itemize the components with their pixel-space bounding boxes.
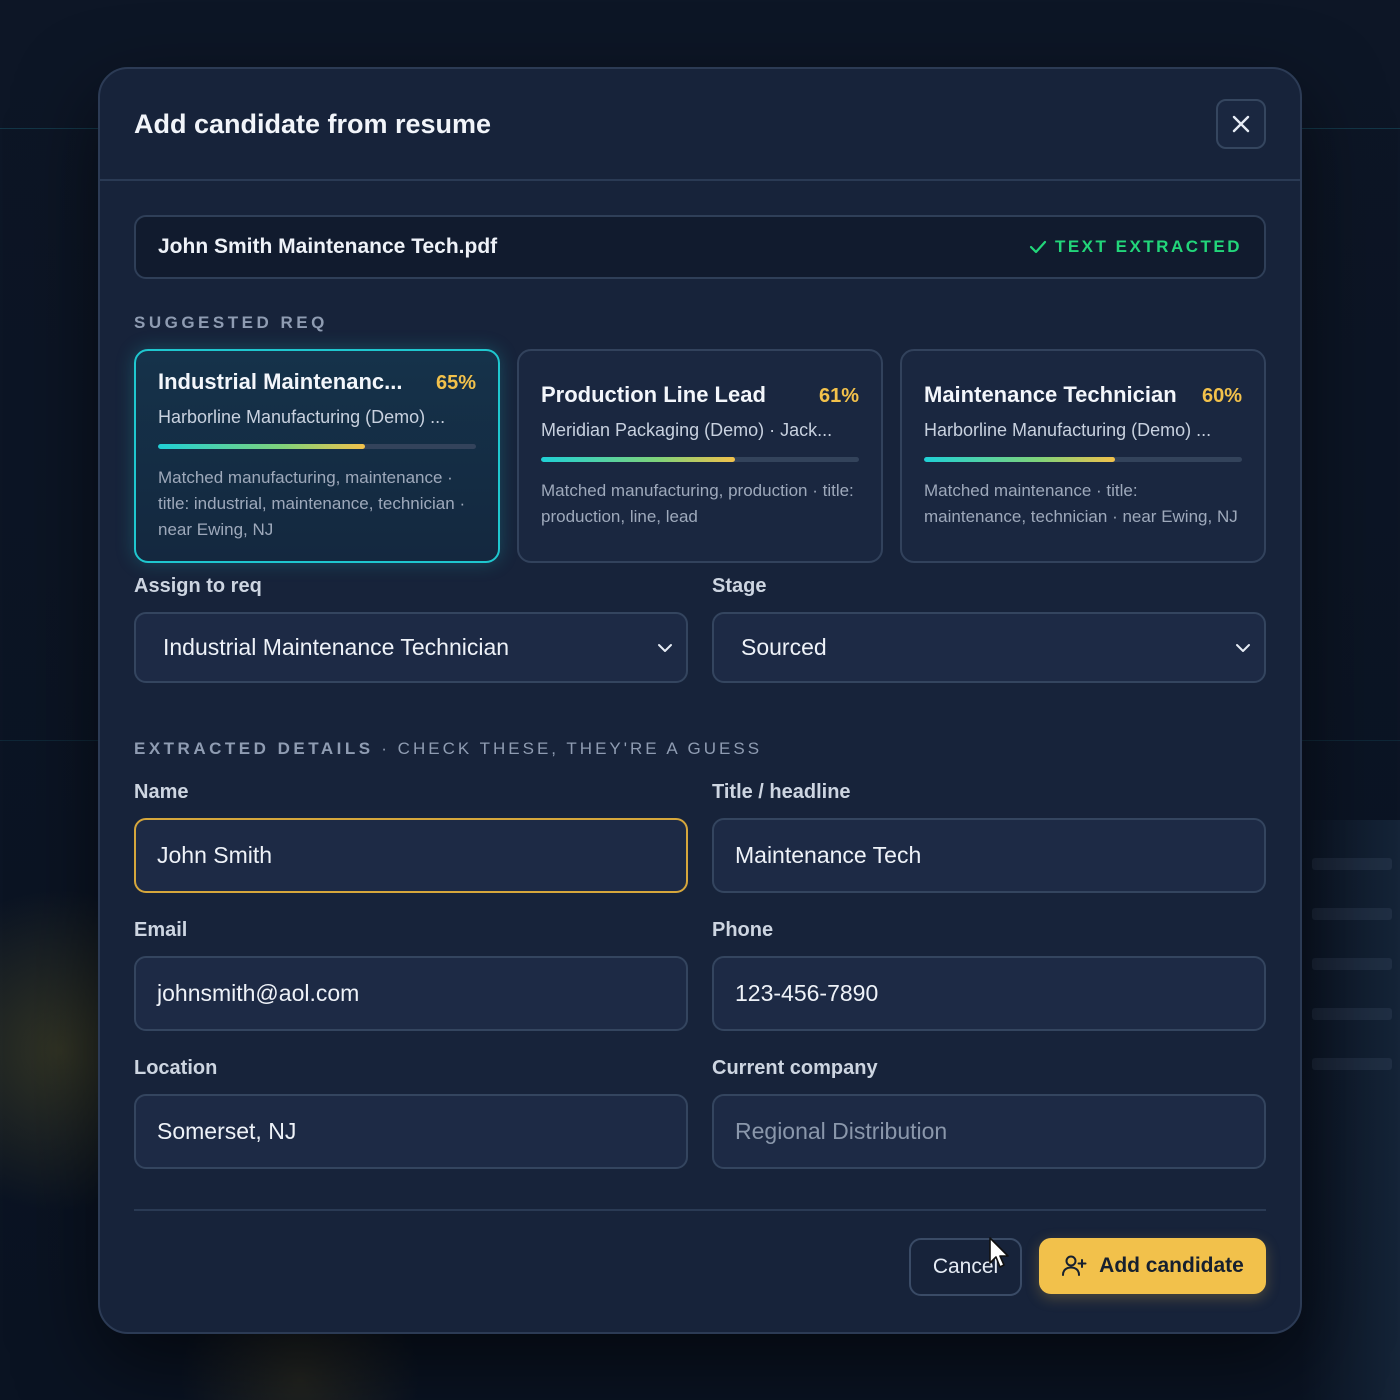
req-title: Maintenance Technician [924, 382, 1177, 407]
req-match-reason: Matched manufacturing, maintenance · tit… [158, 468, 466, 539]
req-match-reason: Matched maintenance · title: maintenance… [924, 481, 1238, 526]
background-list [1300, 820, 1400, 1400]
phone-label: Phone [712, 919, 774, 941]
match-bar-fill [541, 457, 735, 462]
email-label: Email [134, 919, 188, 941]
req-match-percent: 61% [818, 385, 859, 407]
req-card[interactable]: Maintenance Technician 60% Harborline Ma… [900, 349, 1266, 563]
file-name: John Smith Maintenance Tech.pdf [158, 235, 498, 258]
location-label: Location [134, 1057, 218, 1079]
assign-row: Assign to req Industrial Maintenance Tec… [134, 575, 1266, 683]
name-value: John Smith [157, 842, 273, 868]
stage-value: Sourced [741, 634, 827, 660]
background-row [1312, 1058, 1392, 1070]
extracted-details-title: EXTRACTED DETAILS [134, 739, 374, 758]
stage-label: Stage [712, 575, 767, 597]
match-bar-fill [158, 444, 365, 449]
suggested-req-label: SUGGESTED REQ [134, 313, 328, 332]
location-input[interactable]: Somerset, NJ [134, 1094, 688, 1169]
req-title: Production Line Lead [541, 382, 766, 407]
modal-body: John Smith Maintenance Tech.pdf TEXT EXT… [100, 181, 1300, 1296]
background-row [1312, 958, 1392, 970]
title-input[interactable]: Maintenance Tech [712, 818, 1266, 893]
stage-select[interactable]: Sourced [712, 612, 1266, 683]
file-bar: John Smith Maintenance Tech.pdf TEXT EXT… [134, 215, 1266, 279]
check-icon [1029, 240, 1047, 254]
current-company-placeholder: Regional Distribution [735, 1118, 948, 1144]
assign-req-select[interactable]: Industrial Maintenance Technician [134, 612, 688, 683]
modal-title: Add candidate from resume [134, 108, 492, 139]
extraction-status: TEXT EXTRACTED [1029, 237, 1242, 257]
name-input[interactable]: John Smith [134, 818, 688, 893]
current-company-input[interactable]: Regional Distribution [712, 1094, 1266, 1169]
req-company: Harborline Manufacturing (Demo) ... [924, 420, 1212, 440]
add-candidate-label: Add candidate [1099, 1254, 1244, 1277]
match-bar [541, 457, 859, 462]
req-match-percent: 60% [1201, 385, 1242, 407]
assign-req-label: Assign to req [134, 575, 262, 597]
extracted-details-label: EXTRACTED DETAILS · CHECK THESE, THEY'RE… [134, 739, 1266, 759]
add-candidate-button[interactable]: Add candidate [1039, 1238, 1266, 1294]
chevron-down-icon [658, 643, 672, 652]
mouse-pointer-icon [989, 1237, 1009, 1268]
match-bar [158, 444, 476, 449]
extraction-status-text: TEXT EXTRACTED [1054, 237, 1242, 256]
close-icon [1232, 115, 1250, 133]
background-row [1312, 1008, 1392, 1020]
req-match-reason: Matched manufacturing, production · titl… [541, 481, 854, 526]
suggested-req-cards: Industrial Maintenanc... 65% Harborline … [134, 349, 1266, 563]
phone-value: 123-456-7890 [735, 980, 879, 1006]
req-title: Industrial Maintenanc... [158, 369, 403, 394]
phone-input[interactable]: 123-456-7890 [712, 956, 1266, 1031]
email-value: johnsmith@aol.com [157, 980, 360, 1006]
req-company: Meridian Packaging (Demo) · Jack... [541, 420, 833, 440]
extracted-details-hint: · CHECK THESE, THEY'RE A GUESS [373, 739, 763, 758]
assign-req-value: Industrial Maintenance Technician [163, 634, 510, 660]
req-card[interactable]: Production Line Lead 61% Meridian Packag… [517, 349, 883, 563]
details-row: Location Somerset, NJ Current company Re… [134, 1057, 1266, 1169]
background-row [1312, 908, 1392, 920]
chevron-down-icon [1236, 643, 1250, 652]
name-label: Name [134, 781, 189, 803]
title-value: Maintenance Tech [735, 842, 922, 868]
modal-footer: Cancel Add candidate [134, 1238, 1266, 1296]
title-label: Title / headline [712, 781, 851, 803]
footer-divider [134, 1209, 1266, 1211]
details-row: Name John Smith Title / headline Mainten… [134, 781, 1266, 893]
user-plus-icon [1062, 1255, 1087, 1276]
email-input[interactable]: johnsmith@aol.com [134, 956, 688, 1031]
details-row: Email johnsmith@aol.com Phone 123-456-78… [134, 919, 1266, 1031]
current-company-label: Current company [712, 1057, 878, 1079]
background-row [1312, 858, 1392, 870]
req-company: Harborline Manufacturing (Demo) ... [158, 407, 446, 427]
match-bar-fill [924, 457, 1115, 462]
modal-header: Add candidate from resume [100, 69, 1300, 181]
match-bar [924, 457, 1242, 462]
close-button[interactable] [1216, 99, 1266, 149]
req-match-percent: 65% [435, 372, 476, 394]
add-candidate-modal: Add candidate from resume John Smith Mai… [98, 67, 1302, 1334]
location-value: Somerset, NJ [157, 1118, 297, 1144]
req-card[interactable]: Industrial Maintenanc... 65% Harborline … [134, 349, 500, 563]
